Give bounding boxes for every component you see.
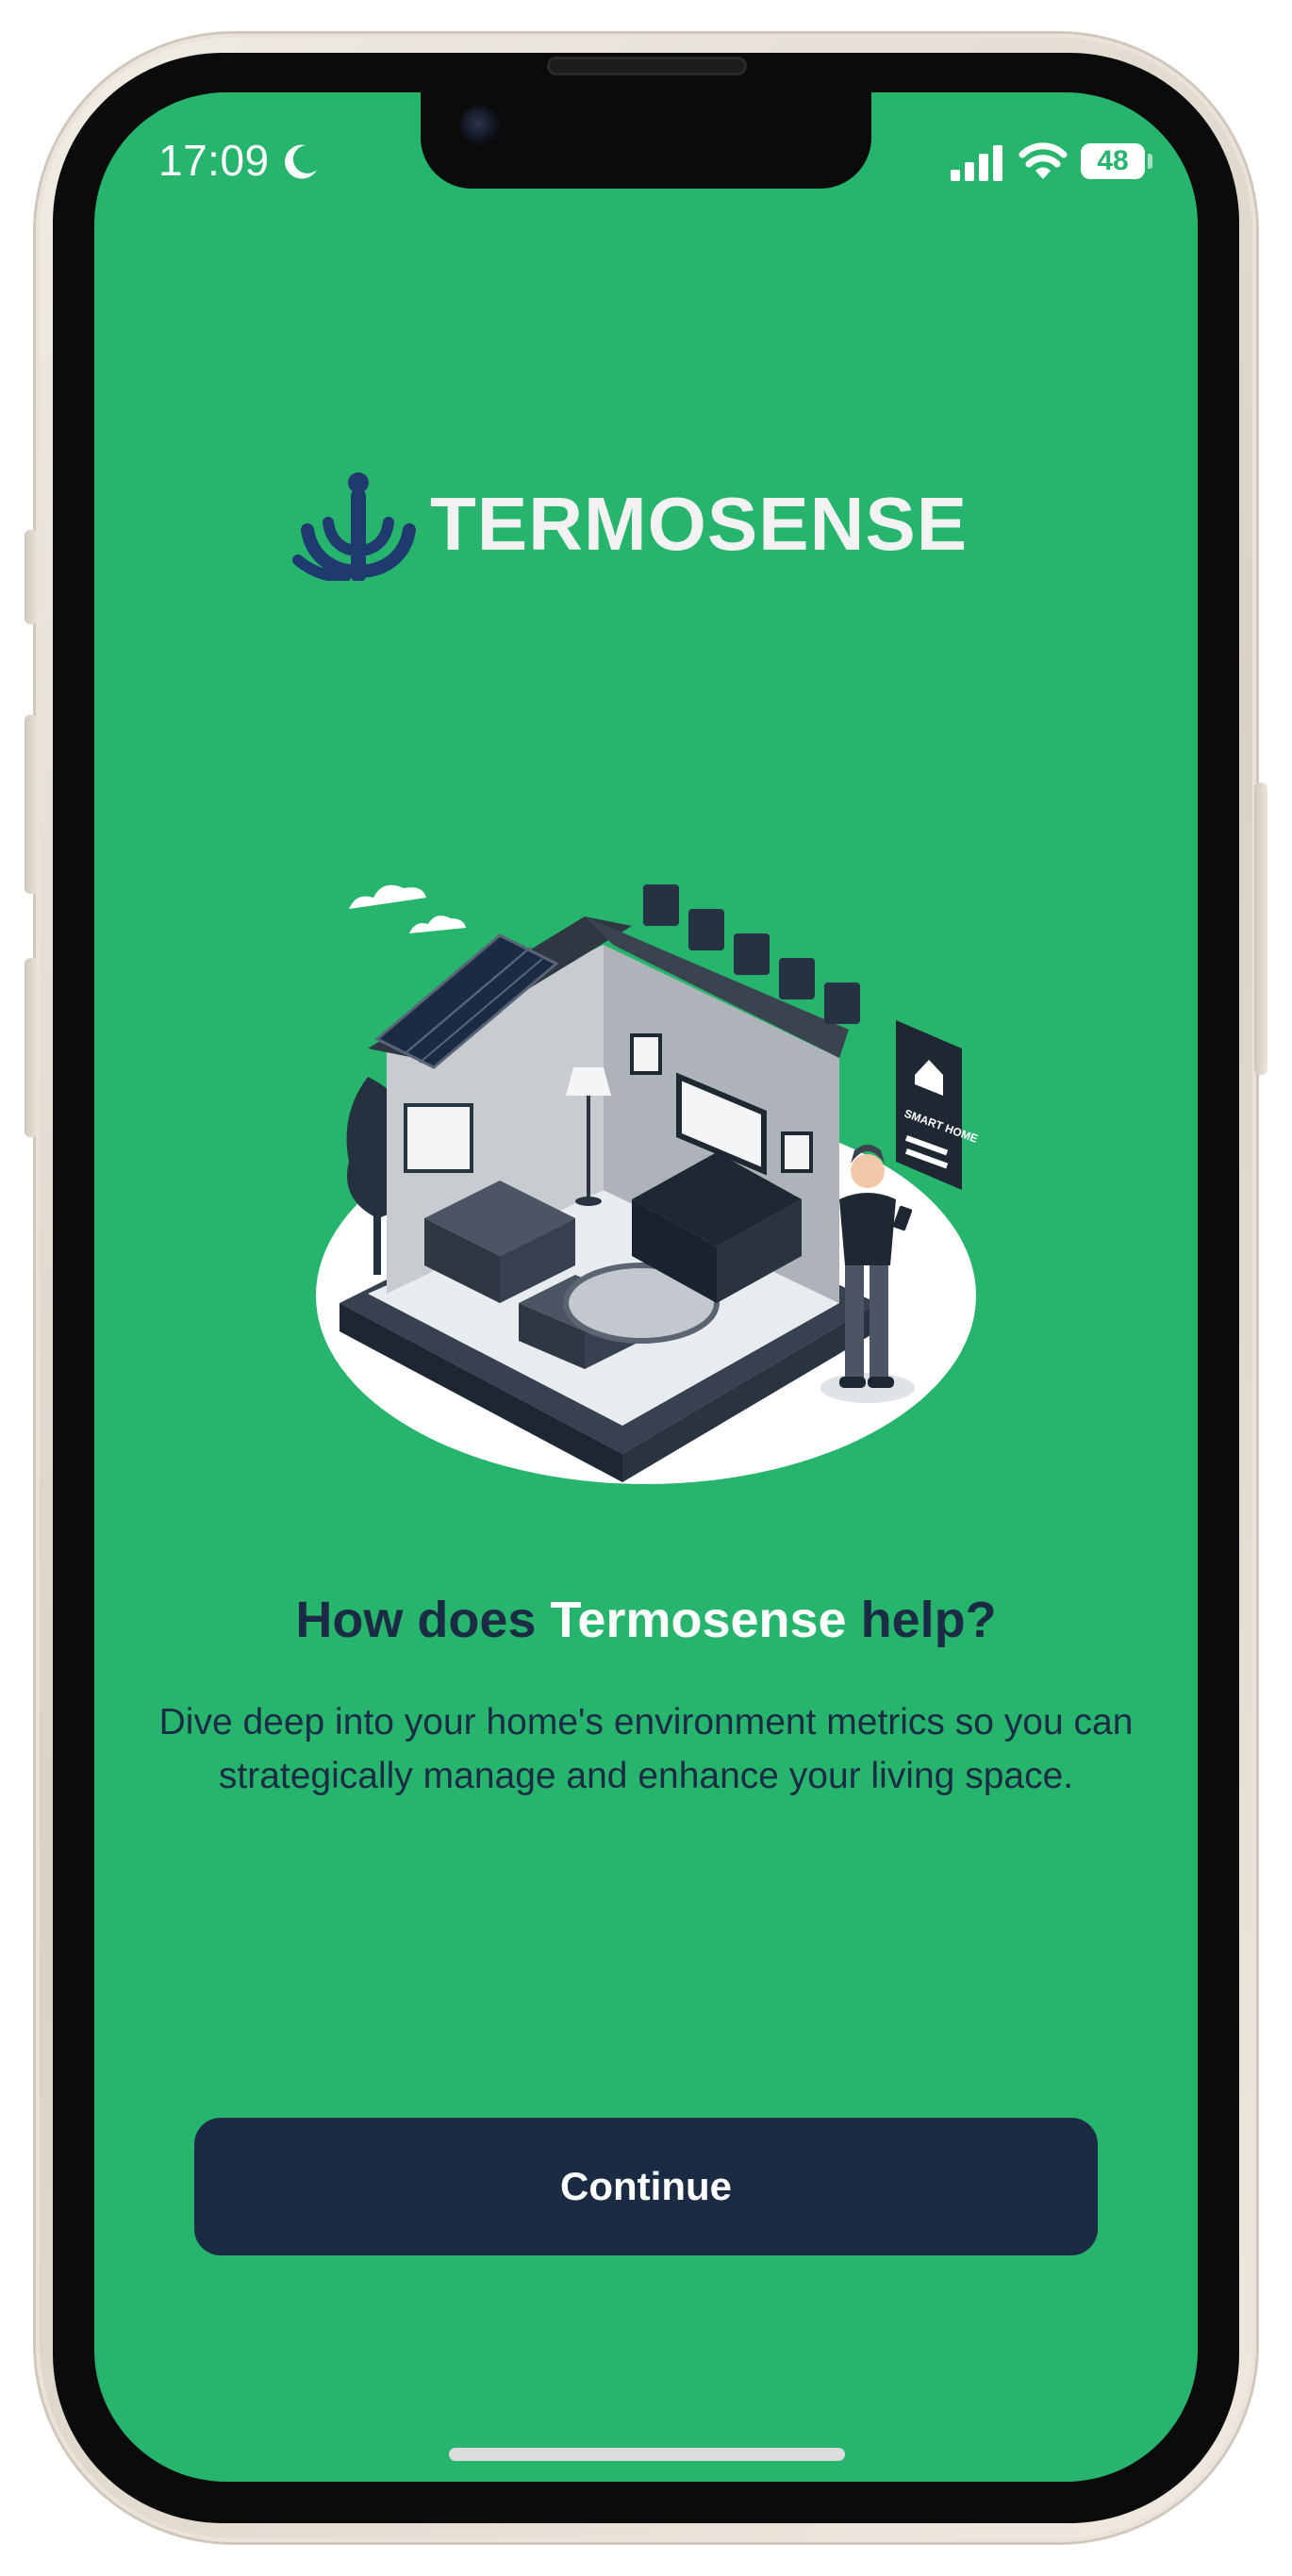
speaker-grille (547, 57, 747, 75)
onboarding-description: Dive deep into your home's environment m… (158, 1702, 1134, 1796)
wifi-icon (1019, 142, 1068, 179)
continue-button[interactable]: Continue (194, 2118, 1098, 2255)
volume-down-button (25, 958, 38, 1137)
power-button (1254, 783, 1267, 1075)
brand-name: TERMOSENSE (430, 482, 969, 566)
smart-home-illustration: SMART HOME (316, 884, 980, 1484)
battery-tip (1148, 154, 1152, 169)
home-indicator[interactable] (449, 2448, 845, 2461)
onboarding-heading: How does Termosense help? (94, 1588, 1198, 1652)
moon-icon (285, 144, 317, 179)
cellular-signal-icon (951, 145, 1002, 181)
status-time: 17:09 (158, 136, 270, 185)
termosense-logo-mark-icon (292, 472, 416, 581)
battery-icon: 48 (1081, 143, 1145, 179)
front-camera (460, 106, 500, 145)
mute-switch (25, 530, 38, 624)
brand-logo: TERMOSENSE (292, 470, 1000, 583)
smart-home-sign-icon: SMART HOME (896, 1020, 980, 1190)
heading-prefix: How does (295, 1592, 551, 1648)
heading-suffix: help? (846, 1592, 997, 1648)
volume-up-button (25, 715, 38, 894)
heading-brand: Termosense (550, 1592, 847, 1648)
